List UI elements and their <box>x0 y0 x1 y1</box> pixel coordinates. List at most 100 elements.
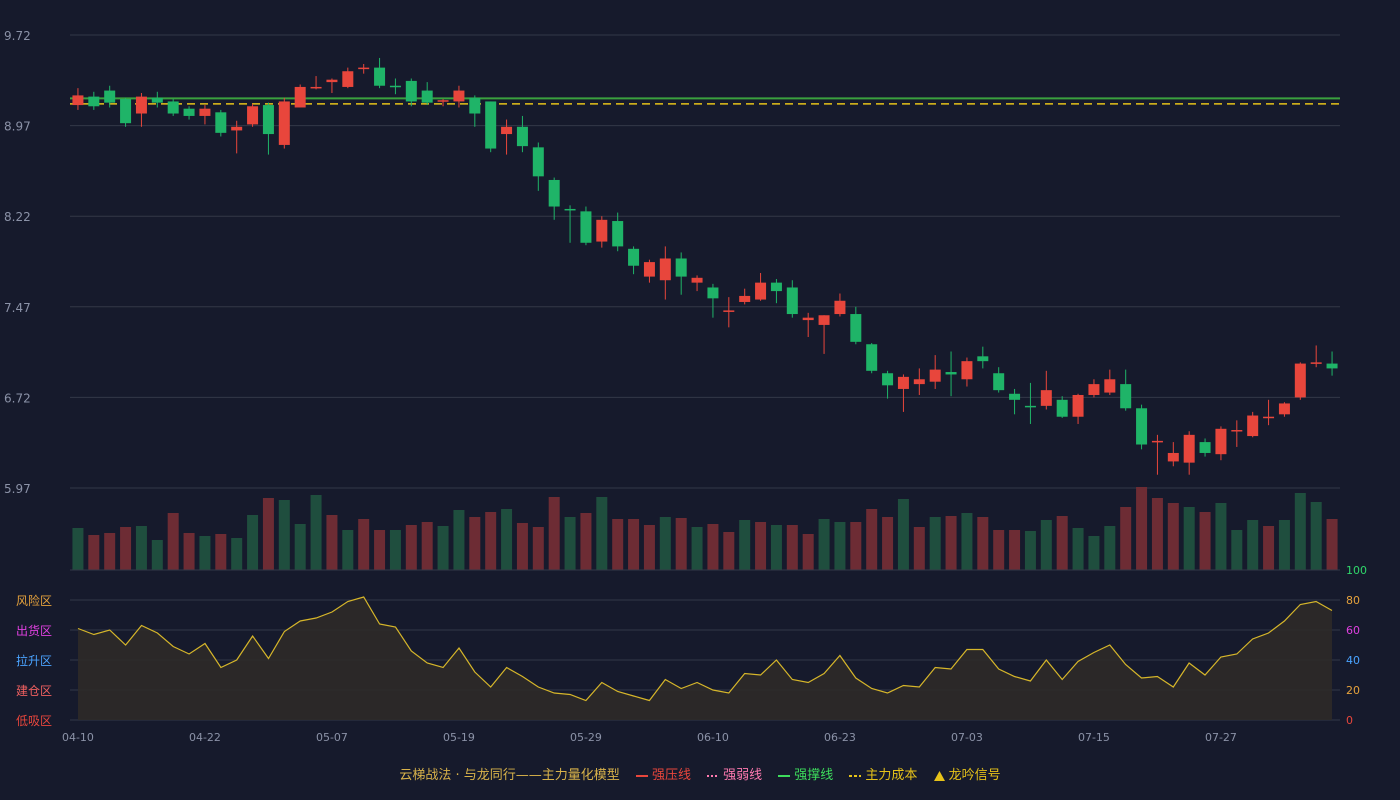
date-tick-label: 06-10 <box>697 731 729 744</box>
date-axis-labels: 04-10 04-22 05-07 05-19 05-29 06-10 06-23 07-03… <box>62 731 1237 744</box>
candle <box>882 370 894 399</box>
candle <box>659 246 671 300</box>
volume-bar <box>405 525 417 570</box>
candle <box>358 63 370 74</box>
candle-body <box>278 101 290 145</box>
candle <box>247 103 259 127</box>
candle-body <box>72 95 84 106</box>
volume-bar <box>1040 520 1052 570</box>
volume-bar <box>675 518 687 570</box>
date-tick-label: 04-22 <box>189 731 221 744</box>
candle <box>1167 442 1179 467</box>
volume-bar <box>278 500 290 570</box>
candle <box>1310 345 1322 368</box>
candle-body <box>453 90 465 102</box>
candle-body <box>389 85 401 88</box>
volume-bars <box>72 487 1338 570</box>
candle <box>199 105 211 125</box>
volume-bar <box>358 519 370 570</box>
candle-body <box>1263 416 1275 419</box>
volume-bar <box>770 525 782 570</box>
candle-body <box>167 101 179 114</box>
candle-body <box>294 86 306 108</box>
candle-body <box>421 90 433 103</box>
candle-body <box>215 112 227 133</box>
candle <box>961 357 973 387</box>
volume-bar <box>1247 520 1259 570</box>
candle-body <box>1072 394 1084 417</box>
volume-bar <box>1072 528 1084 570</box>
candle <box>532 142 544 191</box>
candle-body <box>897 376 909 389</box>
date-tick-label: 05-07 <box>316 731 348 744</box>
chart: 9.72 8.97 8.22 7.47 6.72 5.97 100 80 60 40 20 0 风险… <box>4 29 1367 744</box>
candles <box>72 57 1338 475</box>
candle-body <box>739 295 751 302</box>
volume-bar <box>929 517 941 570</box>
candle-body <box>1231 430 1243 432</box>
candle <box>1151 434 1163 475</box>
candle <box>564 205 576 243</box>
candle-body <box>342 71 354 87</box>
candle-body <box>469 97 481 114</box>
candle <box>1072 393 1084 424</box>
volume-bar <box>596 497 608 570</box>
candle-body <box>310 86 322 89</box>
volume-bar <box>1009 530 1021 570</box>
volume-bar <box>723 532 735 570</box>
zone-labels: 风险区出货区拉升区建仓区低吸区 <box>16 593 52 728</box>
legend-item-main-cost[interactable]: 主力成本 <box>849 768 917 783</box>
volume-bar <box>1136 487 1148 570</box>
candle <box>183 106 195 120</box>
volume-bar <box>167 513 179 570</box>
legend-item-strong-pressure[interactable]: 强压线 <box>635 768 691 783</box>
risk-tick-label: 0 <box>1346 714 1353 727</box>
candle <box>1247 411 1259 438</box>
volume-bar <box>755 522 767 570</box>
candle <box>1326 351 1338 376</box>
candle <box>739 288 751 305</box>
volume-bar <box>453 510 465 570</box>
candle-body <box>723 310 735 312</box>
candle-body <box>1120 384 1132 409</box>
candle <box>437 99 449 107</box>
candle <box>1088 379 1100 398</box>
legend-title: 云梯战法 · 与龙同行——主力量化模型 <box>399 768 620 783</box>
price-axis-labels: 9.72 8.97 8.22 7.47 6.72 5.97 <box>4 29 31 496</box>
candle <box>643 259 655 283</box>
candle-body <box>755 282 767 300</box>
triangle-icon <box>933 770 945 781</box>
candle <box>151 91 163 108</box>
candle <box>596 216 608 248</box>
candle <box>1183 431 1195 475</box>
candle-body <box>1294 363 1306 398</box>
candle <box>707 283 719 318</box>
legend-item-dragon-signal[interactable]: 龙吟信号 <box>933 768 1001 783</box>
legend-item-strong-weak[interactable]: 强弱线 <box>707 768 762 783</box>
volume-bar <box>421 522 433 570</box>
candle-body <box>834 300 846 315</box>
legend-label: 主力成本 <box>865 768 918 783</box>
candle-body <box>1024 405 1036 408</box>
candle-body <box>945 372 957 375</box>
volume-bar <box>612 519 624 570</box>
candle-body <box>1183 434 1195 463</box>
candle-body <box>1326 363 1338 369</box>
volume-bar <box>977 517 989 570</box>
candle-body <box>183 108 195 116</box>
candle <box>580 206 592 246</box>
risk-axis-labels: 100 80 60 40 20 0 <box>1346 564 1367 727</box>
volume-bar <box>501 509 513 570</box>
volume-bar <box>389 530 401 570</box>
volume-bar <box>1278 520 1290 570</box>
volume-bar <box>72 528 84 570</box>
volume-bar <box>707 524 719 570</box>
price-tick-label: 8.97 <box>4 120 31 134</box>
candle-body <box>548 179 560 207</box>
volume-bar <box>1215 503 1227 570</box>
date-tick-label: 05-19 <box>443 731 475 744</box>
candle <box>1136 404 1148 450</box>
candle <box>1040 370 1052 410</box>
legend-item-strong-support[interactable]: 强撑线 <box>778 768 833 783</box>
candle <box>866 343 878 374</box>
